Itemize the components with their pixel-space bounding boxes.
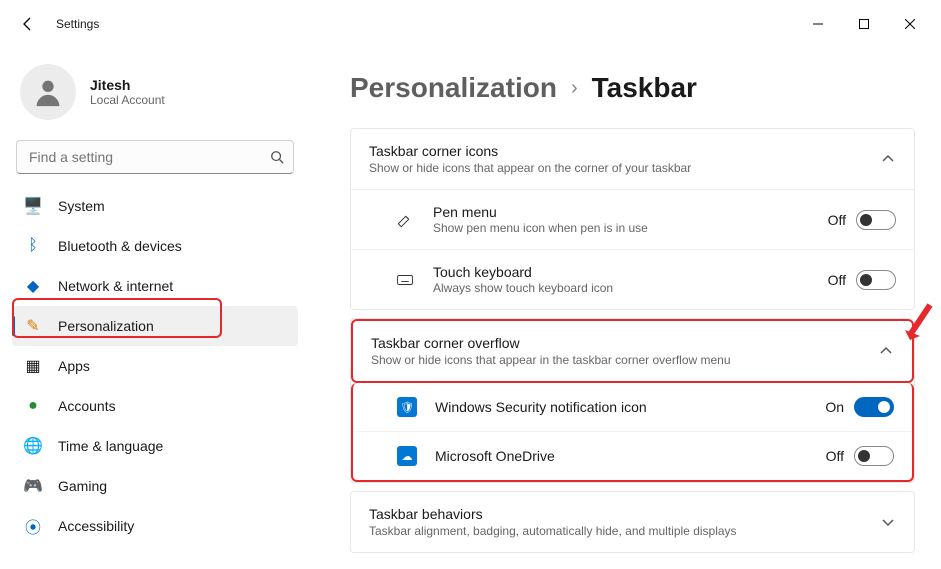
section-desc: Show or hide icons that appear on the co… xyxy=(369,161,691,175)
toggle-touch-keyboard[interactable] xyxy=(856,270,896,290)
sidebar-item-gaming[interactable]: 🎮 Gaming xyxy=(12,466,298,506)
sidebar-item-label: Time & language xyxy=(58,438,163,454)
sidebar-item-apps[interactable]: ▦ Apps xyxy=(12,346,298,386)
cloud-icon: ☁ xyxy=(397,446,417,466)
chevron-up-icon xyxy=(880,151,896,167)
sidebar-item-personalization[interactable]: ✎ Personalization xyxy=(12,306,298,346)
main-content: Personalization › Taskbar Taskbar corner… xyxy=(310,48,941,569)
setting-desc: Always show touch keyboard icon xyxy=(433,281,613,295)
breadcrumb-parent[interactable]: Personalization xyxy=(350,72,557,104)
globe-icon: 🌐 xyxy=(24,437,42,455)
setting-desc: Show pen menu icon when pen is in use xyxy=(433,221,648,235)
sidebar-item-system[interactable]: 🖥️ System xyxy=(12,186,298,226)
section-corner-overflow: Taskbar corner overflow Show or hide ico… xyxy=(350,318,915,483)
display-icon: 🖥️ xyxy=(24,197,42,215)
page-title: Taskbar xyxy=(592,72,697,104)
chevron-up-icon xyxy=(878,343,894,359)
profile-block[interactable]: Jitesh Local Account xyxy=(12,56,298,140)
sidebar-item-label: Network & internet xyxy=(58,278,173,294)
sidebar-item-bluetooth[interactable]: ᛒ Bluetooth & devices xyxy=(12,226,298,266)
setting-title: Microsoft OneDrive xyxy=(435,448,555,464)
toggle-windows-security[interactable] xyxy=(854,397,894,417)
setting-title: Touch keyboard xyxy=(433,264,613,280)
toggle-onedrive[interactable] xyxy=(854,446,894,466)
section-corner-icons: Taskbar corner icons Show or hide icons … xyxy=(350,128,915,310)
sidebar-item-time[interactable]: 🌐 Time & language xyxy=(12,426,298,466)
titlebar: Settings xyxy=(0,0,941,48)
sidebar-item-network[interactable]: ◆ Network & internet xyxy=(12,266,298,306)
setting-onedrive: ☁ Microsoft OneDrive Off xyxy=(353,431,912,480)
minimize-button[interactable] xyxy=(795,8,841,40)
nav-list: 🖥️ System ᛒ Bluetooth & devices ◆ Network &… xyxy=(12,186,298,546)
search-icon xyxy=(270,150,284,164)
wifi-icon: ◆ xyxy=(24,277,42,295)
setting-pen-menu: Pen menu Show pen menu icon when pen is … xyxy=(351,190,914,249)
profile-type: Local Account xyxy=(90,93,165,107)
sidebar-item-accessibility[interactable]: ⦿ Accessibility xyxy=(12,506,298,546)
section-header[interactable]: Taskbar behaviors Taskbar alignment, bad… xyxy=(351,492,914,552)
sidebar: Jitesh Local Account 🖥️ System ᛒ Bluetooth… xyxy=(0,48,310,569)
apps-icon: ▦ xyxy=(24,357,42,375)
toggle-state: On xyxy=(825,399,844,415)
section-header[interactable]: Taskbar corner overflow Show or hide ico… xyxy=(351,319,914,383)
chevron-right-icon: › xyxy=(571,77,578,100)
app-title: Settings xyxy=(56,17,99,31)
sidebar-item-accounts[interactable]: ● Accounts xyxy=(12,386,298,426)
bluetooth-icon: ᛒ xyxy=(24,237,42,255)
section-title: Taskbar corner overflow xyxy=(371,335,731,351)
profile-name: Jitesh xyxy=(90,77,165,93)
section-header[interactable]: Taskbar corner icons Show or hide icons … xyxy=(351,129,914,189)
brush-icon: ✎ xyxy=(24,317,42,335)
toggle-state: Off xyxy=(826,448,844,464)
chevron-down-icon xyxy=(880,514,896,530)
search-input[interactable] xyxy=(16,140,294,174)
accessibility-icon: ⦿ xyxy=(24,517,42,535)
avatar xyxy=(20,64,76,120)
maximize-button[interactable] xyxy=(841,8,887,40)
pen-icon xyxy=(391,211,419,229)
person-icon: ● xyxy=(24,397,42,415)
keyboard-icon xyxy=(391,271,419,289)
toggle-pen-menu[interactable] xyxy=(856,210,896,230)
setting-windows-security: 🛡 Windows Security notification icon On xyxy=(353,383,912,431)
toggle-state: Off xyxy=(828,272,846,288)
sidebar-item-label: Apps xyxy=(58,358,90,374)
sidebar-item-label: Personalization xyxy=(58,318,154,334)
section-behaviors: Taskbar behaviors Taskbar alignment, bad… xyxy=(350,491,915,553)
gamepad-icon: 🎮 xyxy=(24,477,42,495)
back-button[interactable] xyxy=(8,4,48,44)
sidebar-item-label: System xyxy=(58,198,105,214)
section-title: Taskbar behaviors xyxy=(369,506,737,522)
sidebar-item-label: Accessibility xyxy=(58,518,134,534)
shield-icon: 🛡 xyxy=(397,397,417,417)
close-button[interactable] xyxy=(887,8,933,40)
setting-title: Pen menu xyxy=(433,204,648,220)
sidebar-item-label: Bluetooth & devices xyxy=(58,238,182,254)
sidebar-item-label: Gaming xyxy=(58,478,107,494)
breadcrumb: Personalization › Taskbar xyxy=(350,72,915,104)
window-controls xyxy=(795,8,933,40)
section-title: Taskbar corner icons xyxy=(369,143,691,159)
annotation-arrow xyxy=(900,300,940,350)
setting-touch-keyboard: Touch keyboard Always show touch keyboar… xyxy=(351,249,914,309)
toggle-state: Off xyxy=(828,212,846,228)
section-desc: Show or hide icons that appear in the ta… xyxy=(371,353,731,367)
sidebar-item-label: Accounts xyxy=(58,398,116,414)
section-desc: Taskbar alignment, badging, automaticall… xyxy=(369,524,737,538)
setting-title: Windows Security notification icon xyxy=(435,399,647,415)
